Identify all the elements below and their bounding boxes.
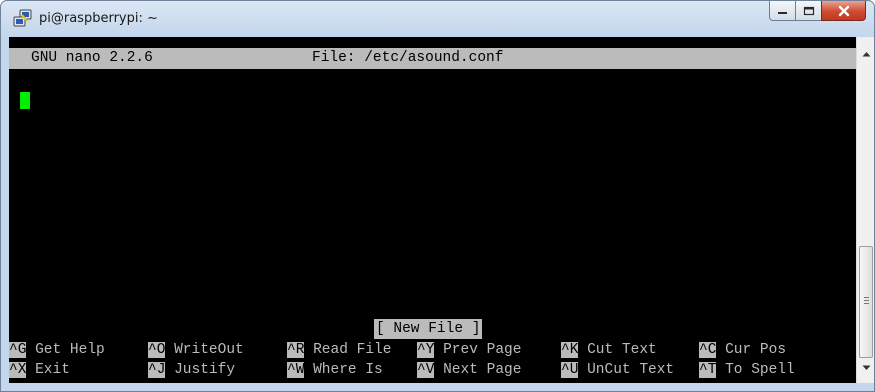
shortcut-row: ^G Get Help ^O WriteOut ^R Read File ^Y …	[9, 341, 856, 361]
shortcut-justify: ^J Justify	[148, 362, 236, 378]
shortcut-exit: ^X Exit	[9, 362, 70, 378]
scrollbar-thumb[interactable]	[859, 246, 873, 358]
close-button[interactable]	[821, 1, 866, 21]
putty-icon[interactable]	[13, 9, 33, 29]
window-controls	[769, 1, 866, 23]
maximize-icon	[803, 6, 814, 15]
shortcut-bar: ^G Get Help ^O WriteOut ^R Read File ^Y …	[9, 341, 856, 381]
shortcut-cut-text: ^K Cut Text	[561, 342, 657, 358]
shortcut-row: ^X Exit ^J Justify ^W Where Is ^V Next P…	[9, 361, 856, 381]
grip-icon	[864, 297, 869, 306]
vertical-scrollbar[interactable]	[856, 37, 874, 383]
shortcut-get-help: ^G Get Help	[9, 342, 105, 358]
arrow-down-icon	[862, 365, 870, 370]
nano-version: GNU nano 2.2.6	[31, 50, 153, 66]
minimize-icon	[777, 11, 787, 14]
shortcut-writeout: ^O WriteOut	[148, 342, 244, 358]
close-icon	[838, 5, 849, 16]
putty-window: pi@raspberrypi: ~ GNU nano 2.2.6 File: /…	[0, 0, 875, 392]
scroll-down-button[interactable]	[857, 359, 874, 376]
shortcut-read-file: ^R Read File	[287, 342, 392, 358]
window-title: pi@raspberrypi: ~	[39, 11, 158, 26]
shortcut-next-page: ^V Next Page	[417, 362, 522, 378]
nano-header: GNU nano 2.2.6 File: /etc/asound.conf	[9, 48, 856, 69]
title-bar[interactable]: pi@raspberrypi: ~	[1, 1, 874, 37]
scroll-up-button[interactable]	[857, 45, 874, 62]
minimize-button[interactable]	[769, 1, 796, 21]
shortcut-uncut-text: ^U UnCut Text	[561, 362, 675, 378]
terminal-area[interactable]: GNU nano 2.2.6 File: /etc/asound.conf [ …	[9, 37, 856, 383]
shortcut-to-spell: ^T To Spell	[699, 362, 795, 378]
status-message: [ New File ]	[374, 319, 483, 339]
shortcut-cur-pos: ^C Cur Pos	[699, 342, 787, 358]
text-cursor	[20, 92, 30, 109]
shortcut-where-is: ^W Where Is	[287, 362, 383, 378]
nano-file-name: File: /etc/asound.conf	[312, 50, 504, 66]
maximize-button[interactable]	[795, 1, 822, 21]
shortcut-prev-page: ^Y Prev Page	[417, 342, 522, 358]
arrow-up-icon	[862, 51, 870, 56]
